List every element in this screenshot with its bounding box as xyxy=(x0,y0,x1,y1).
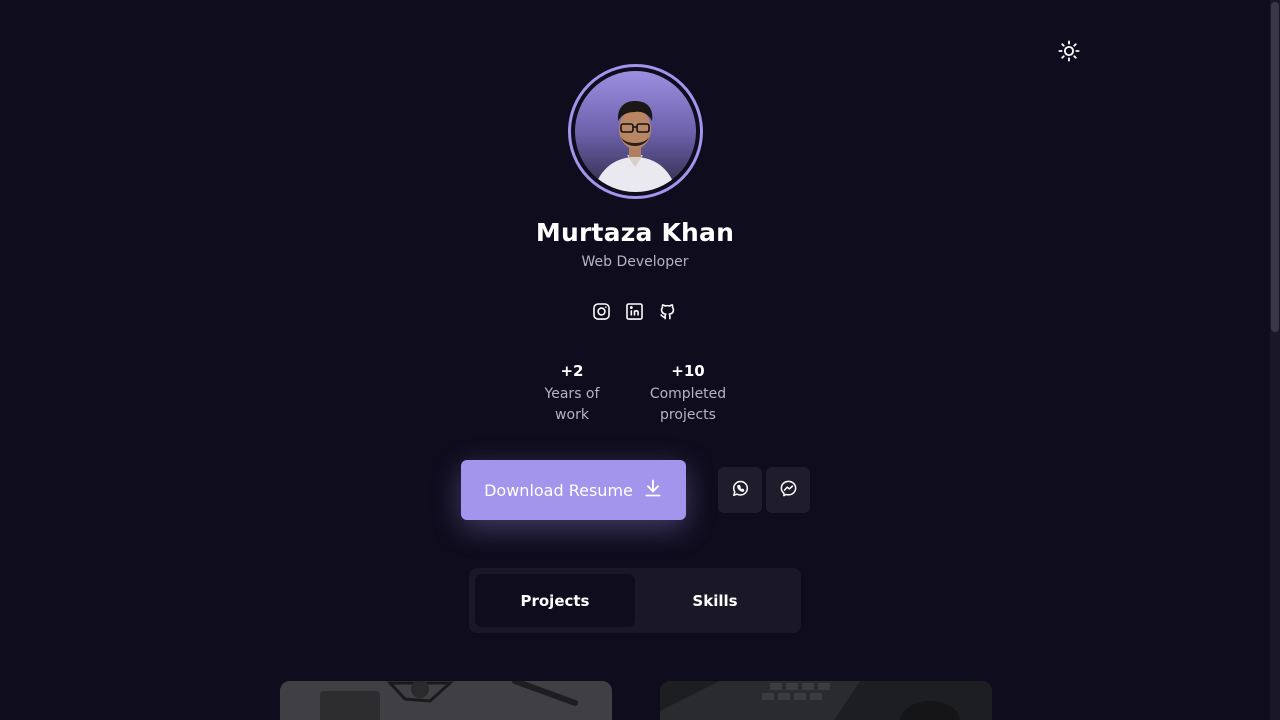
tab-projects[interactable]: Projects xyxy=(475,574,635,627)
stat-completed-projects: +10 Completed projects xyxy=(640,362,736,426)
avatar xyxy=(568,64,703,199)
stat-value: +10 xyxy=(671,362,705,380)
whatsapp-icon xyxy=(731,479,750,502)
theme-toggle-sun-icon[interactable] xyxy=(1058,40,1080,62)
github-icon[interactable] xyxy=(658,302,677,321)
profile-role: Web Developer xyxy=(581,254,689,270)
linkedin-icon[interactable] xyxy=(625,302,644,321)
stat-value: +2 xyxy=(560,362,584,380)
scrollbar-thumb[interactable] xyxy=(1271,2,1279,332)
profile-name: Murtaza Khan xyxy=(535,218,735,247)
profile-photo xyxy=(575,71,696,192)
project-thumbnail xyxy=(280,681,612,720)
social-links xyxy=(592,302,677,321)
stat-label: Completed projects xyxy=(640,384,736,426)
project-thumbnail xyxy=(660,681,992,720)
stat-label-line: Years of xyxy=(544,386,600,402)
scrollbar[interactable] xyxy=(1270,0,1280,720)
stat-years-of-work: +2 Years of work xyxy=(536,362,608,426)
project-card[interactable] xyxy=(280,681,612,720)
project-card[interactable] xyxy=(660,681,992,720)
tab-skills[interactable]: Skills xyxy=(635,574,795,627)
whatsapp-button[interactable] xyxy=(718,467,762,513)
section-tabs: Projects Skills xyxy=(469,568,801,633)
stat-label: Years of work xyxy=(536,384,608,426)
instagram-icon[interactable] xyxy=(592,302,611,321)
stat-label-line: projects xyxy=(660,407,716,423)
messenger-button[interactable] xyxy=(766,467,810,513)
download-icon xyxy=(643,478,663,502)
messenger-icon xyxy=(779,479,798,502)
stat-label-line: Completed xyxy=(649,386,727,402)
stat-label-line: work xyxy=(555,407,589,423)
download-resume-button[interactable]: Download Resume xyxy=(461,460,686,520)
download-resume-label: Download Resume xyxy=(484,480,633,500)
